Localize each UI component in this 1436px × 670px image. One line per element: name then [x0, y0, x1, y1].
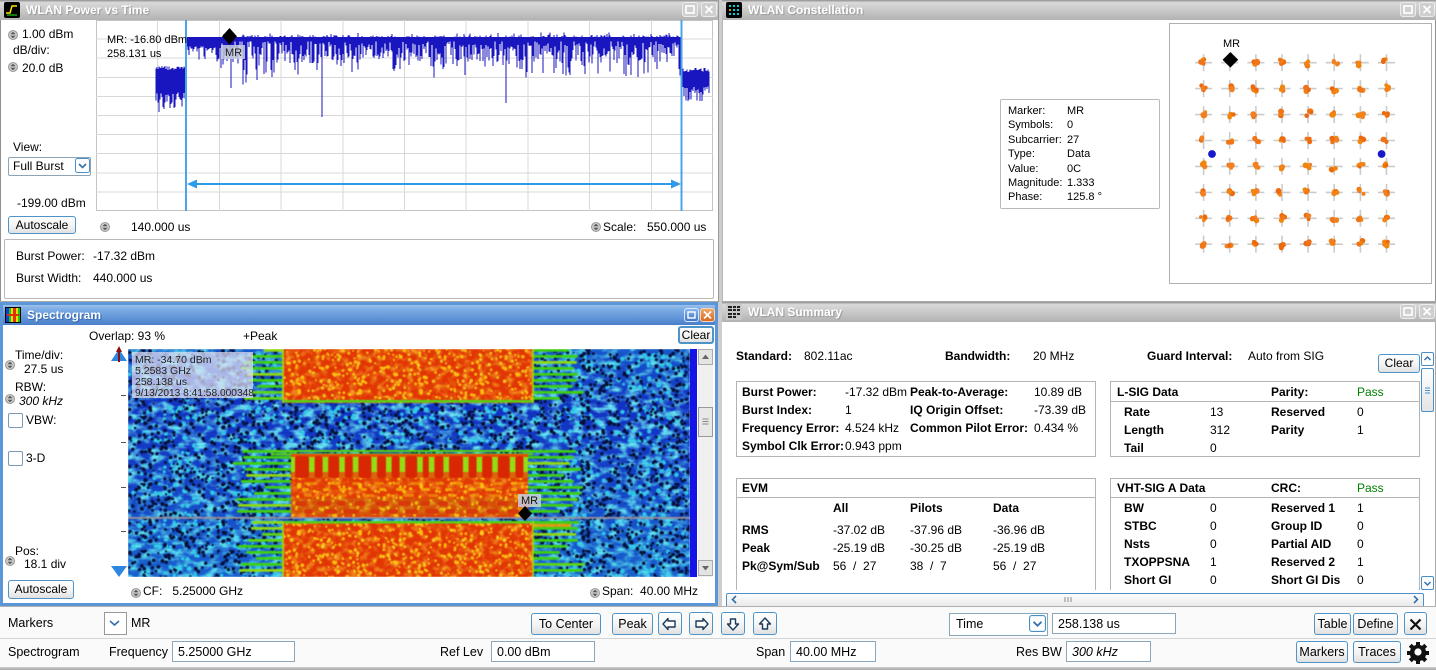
svg-text:MR: MR	[1223, 38, 1240, 50]
svg-text:258.131 us: 258.131 us	[107, 48, 162, 60]
svg-text:9/13/2013 8:41:58.000348: 9/13/2013 8:41:58.000348	[135, 388, 254, 399]
svg-text:258.138 us: 258.138 us	[135, 376, 187, 388]
svg-text:MR: -16.80 dBm: MR: -16.80 dBm	[107, 34, 187, 46]
svg-text:MR: MR	[225, 47, 242, 59]
svg-text:MR: MR	[521, 495, 538, 507]
